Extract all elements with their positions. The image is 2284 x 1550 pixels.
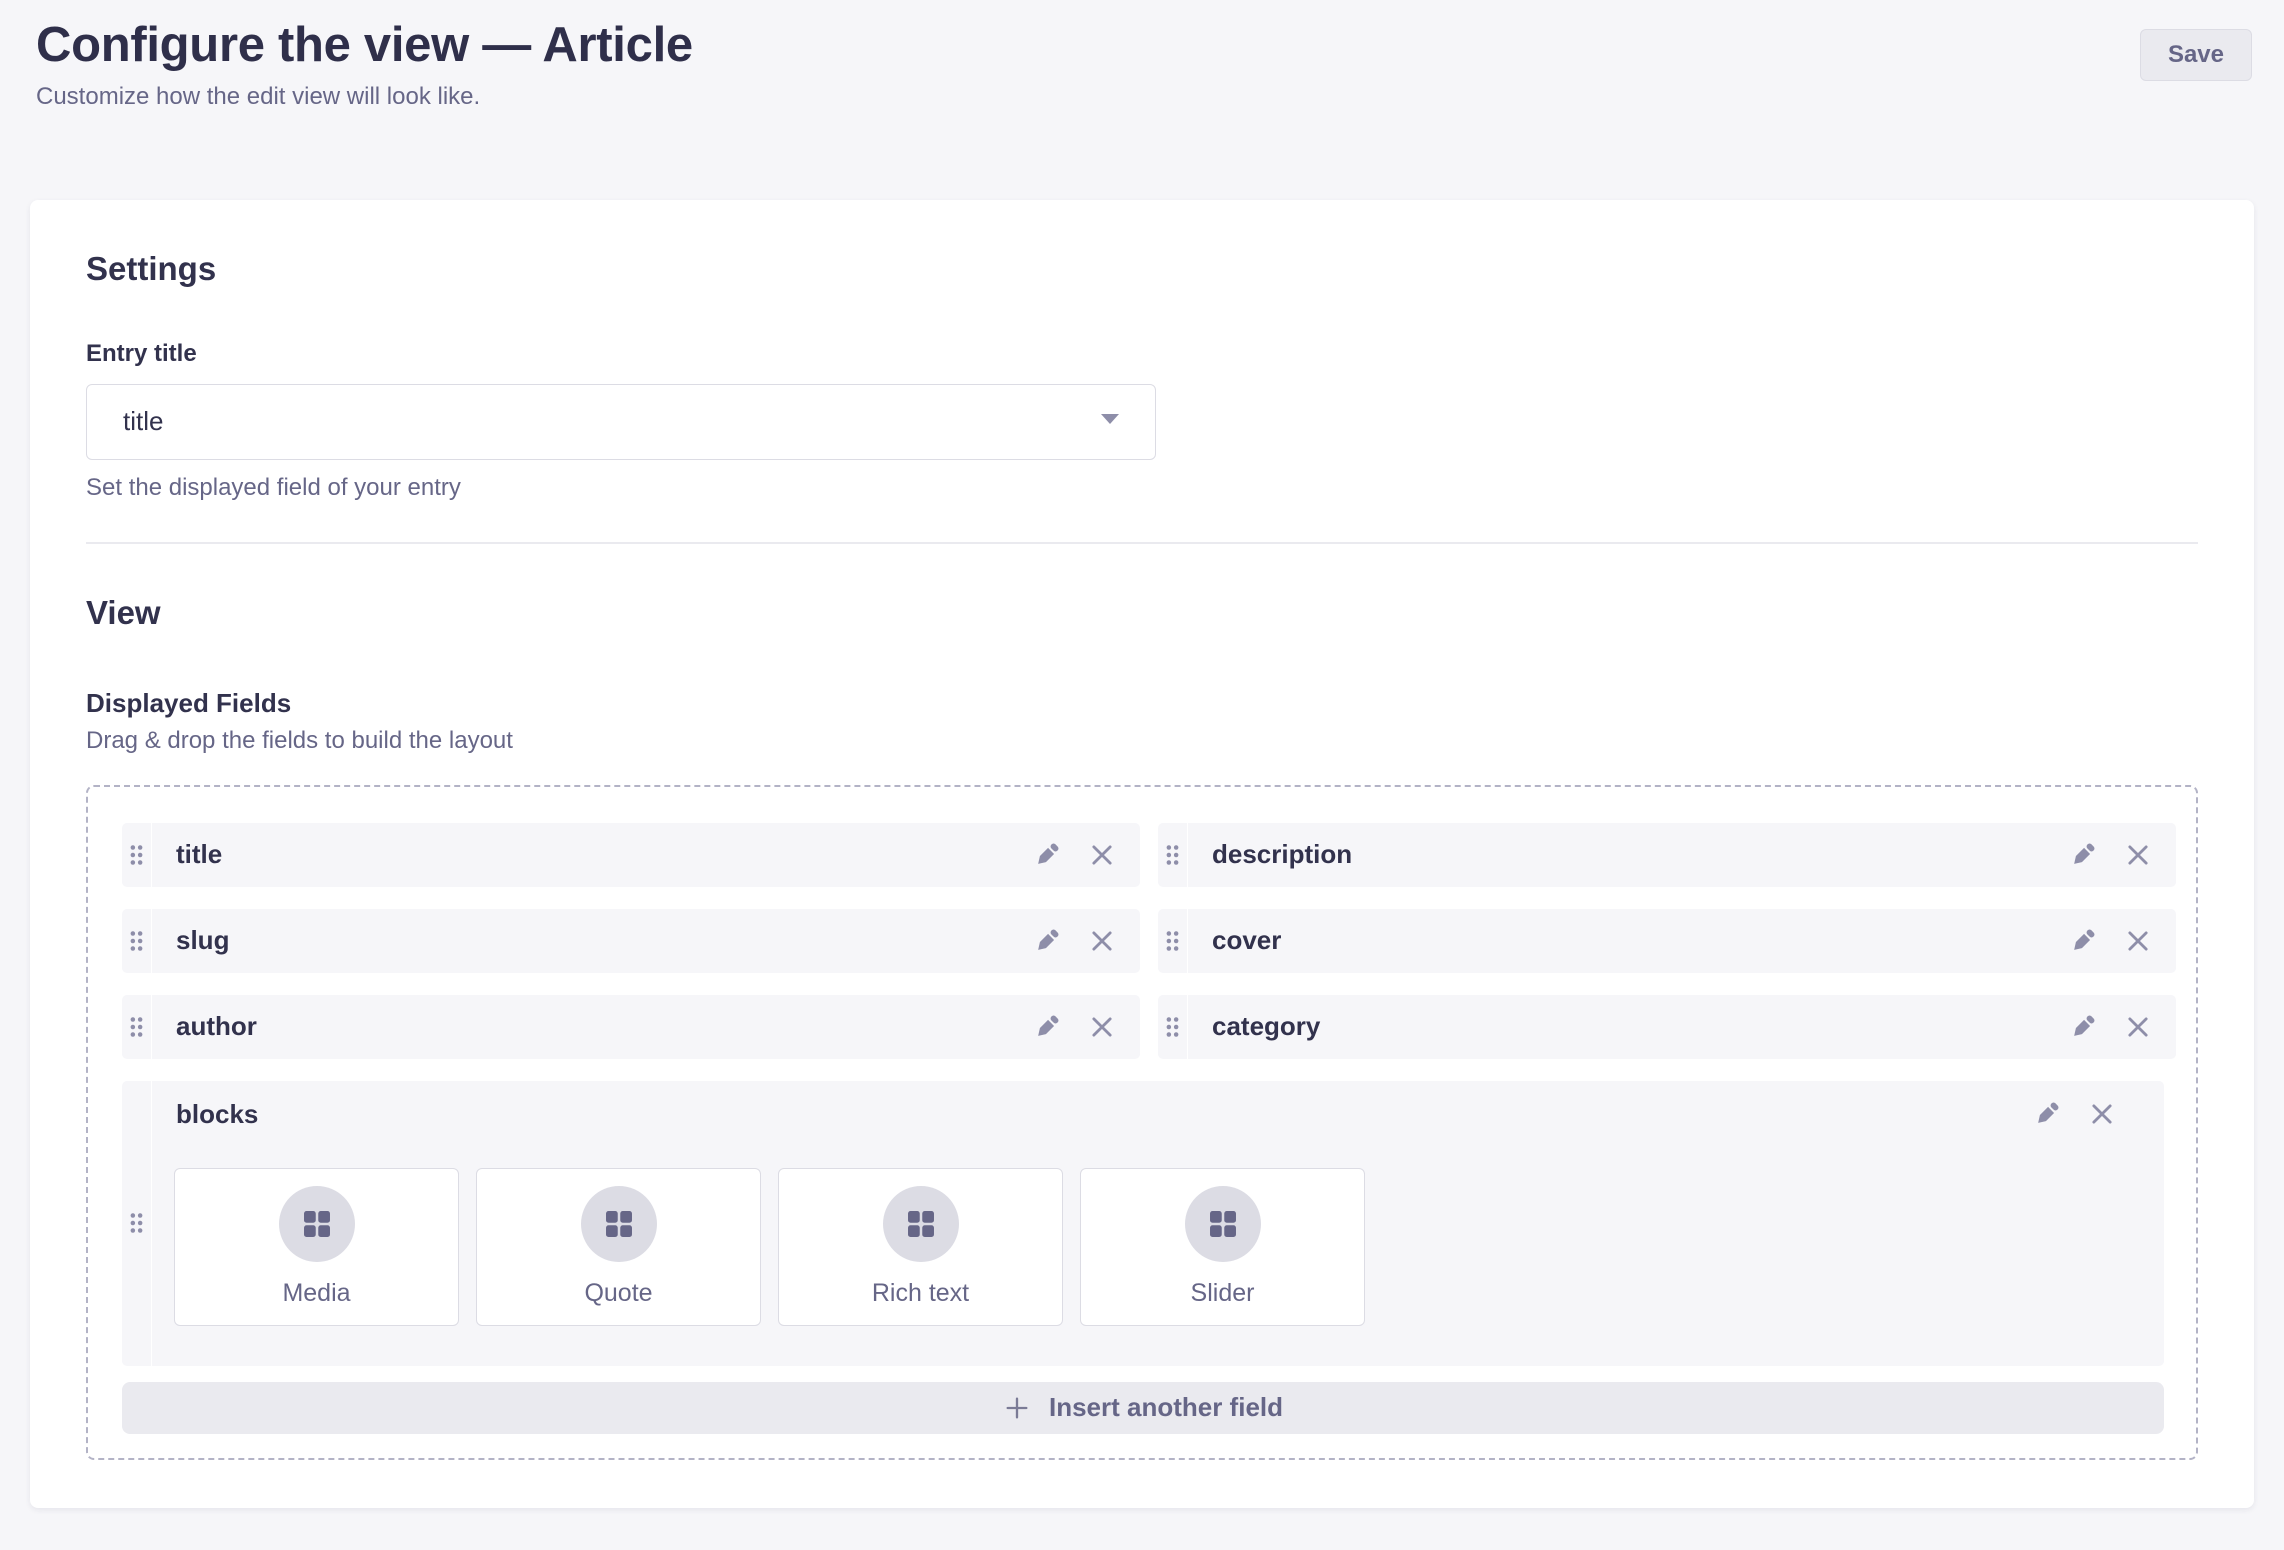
page-title: Configure the view — Article [36, 16, 693, 76]
drag-handle-icon[interactable] [122, 909, 152, 973]
component-card-quote[interactable]: Quote [476, 1168, 761, 1326]
remove-x-icon[interactable] [2124, 927, 2152, 955]
settings-heading: Settings [86, 250, 2198, 288]
remove-x-icon[interactable] [2124, 841, 2152, 869]
entry-title-select[interactable]: title [86, 384, 1156, 460]
field-row-title[interactable]: title [122, 823, 1140, 887]
field-row-description[interactable]: description [1158, 823, 2176, 887]
fields-grid: title description [122, 823, 2176, 1366]
dynamic-zone-header: blocks [152, 1099, 2164, 1130]
edit-pencil-icon[interactable] [2068, 1012, 2098, 1042]
insert-another-field-button[interactable]: Insert another field [122, 1382, 2164, 1434]
edit-pencil-icon[interactable] [1032, 1012, 1062, 1042]
drag-handle-icon[interactable] [1158, 995, 1188, 1059]
field-name: cover [1212, 925, 2068, 956]
caret-down-icon [1099, 412, 1121, 431]
field-row-author[interactable]: author [122, 995, 1140, 1059]
drag-handle-icon[interactable] [122, 823, 152, 887]
grid-icon [883, 1186, 959, 1262]
page-header: Configure the view — Article Customize h… [0, 0, 2284, 111]
remove-x-icon[interactable] [2124, 1013, 2152, 1041]
drag-handle-icon[interactable] [122, 995, 152, 1059]
drag-handle-icon[interactable] [1158, 823, 1188, 887]
component-label: Rich text [872, 1279, 969, 1308]
component-label: Quote [584, 1279, 652, 1308]
component-card-slider[interactable]: Slider [1080, 1168, 1365, 1326]
remove-x-icon[interactable] [1088, 841, 1116, 869]
edit-pencil-icon[interactable] [2032, 1099, 2062, 1129]
dynamic-zone-content: blocks [152, 1081, 2164, 1366]
entry-title-selected-value: title [123, 406, 163, 437]
field-name: blocks [176, 1099, 2032, 1130]
component-cards: Media Quote Rich text [174, 1168, 2164, 1326]
plus-icon [1003, 1394, 1031, 1422]
remove-x-icon[interactable] [1088, 1013, 1116, 1041]
component-label: Slider [1191, 1279, 1255, 1308]
remove-x-icon[interactable] [2088, 1100, 2116, 1128]
save-button[interactable]: Save [2140, 29, 2252, 81]
entry-title-hint: Set the displayed field of your entry [86, 474, 2198, 502]
displayed-fields-label: Displayed Fields [86, 688, 2198, 719]
edit-pencil-icon[interactable] [2068, 926, 2098, 956]
component-card-rich-text[interactable]: Rich text [778, 1168, 1063, 1326]
edit-pencil-icon[interactable] [1032, 926, 1062, 956]
grid-icon [279, 1186, 355, 1262]
section-divider [86, 542, 2198, 544]
field-name: title [176, 839, 1032, 870]
component-card-media[interactable]: Media [174, 1168, 459, 1326]
field-name: author [176, 1011, 1032, 1042]
field-row-cover[interactable]: cover [1158, 909, 2176, 973]
field-name: description [1212, 839, 2068, 870]
remove-x-icon[interactable] [1088, 927, 1116, 955]
insert-another-field-label: Insert another field [1049, 1392, 1283, 1423]
field-row-category[interactable]: category [1158, 995, 2176, 1059]
view-heading: View [86, 594, 2198, 632]
edit-pencil-icon[interactable] [2068, 840, 2098, 870]
edit-pencil-icon[interactable] [1032, 840, 1062, 870]
displayed-fields-hint: Drag & drop the fields to build the layo… [86, 727, 2198, 755]
field-name: category [1212, 1011, 2068, 1042]
component-label: Media [282, 1279, 350, 1308]
configure-view-card: Settings Entry title title Set the displ… [30, 200, 2254, 1508]
entry-title-label: Entry title [86, 340, 2198, 368]
grid-icon [1185, 1186, 1261, 1262]
page-header-text: Configure the view — Article Customize h… [36, 16, 693, 111]
grid-icon [581, 1186, 657, 1262]
page-subtitle: Customize how the edit view will look li… [36, 83, 693, 111]
field-row-slug[interactable]: slug [122, 909, 1140, 973]
fields-dropzone: title description [86, 785, 2198, 1460]
drag-handle-icon[interactable] [122, 1081, 152, 1366]
drag-handle-icon[interactable] [1158, 909, 1188, 973]
field-name: slug [176, 925, 1032, 956]
field-row-blocks[interactable]: blocks [122, 1081, 2164, 1366]
